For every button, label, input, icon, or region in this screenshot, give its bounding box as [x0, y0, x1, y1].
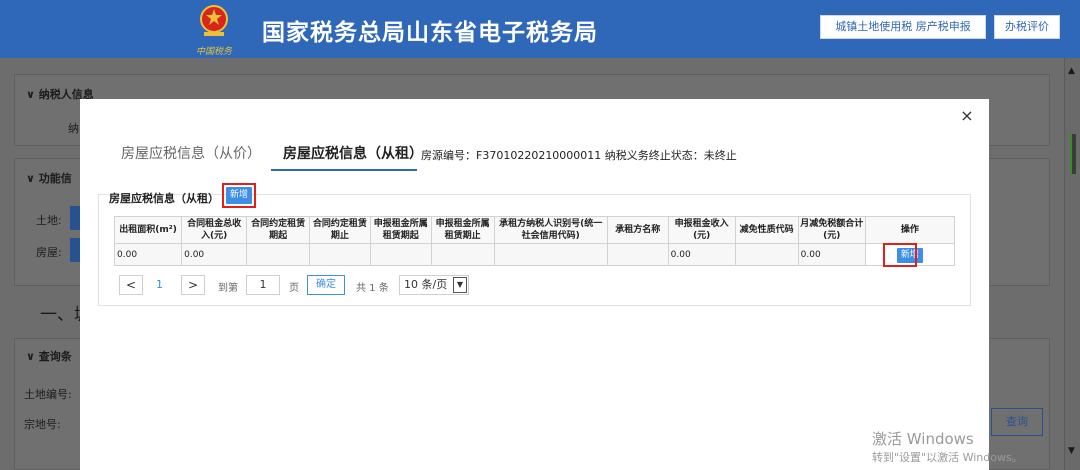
column-header: 申报租金收入(元)	[667, 216, 736, 244]
query-button[interactable]: 查询	[991, 408, 1043, 436]
column-header: 承租方纳税人识别号(统一社会信用代码)	[493, 216, 608, 244]
query-heading: ∨ 查询条	[26, 350, 72, 363]
national-emblem-icon	[200, 5, 228, 36]
column-header: 合同约定租赁期止	[309, 216, 371, 244]
column-header: 出租面积(m²)	[113, 216, 183, 244]
house-label: 房屋:	[36, 246, 62, 259]
column-header: 操作	[864, 216, 956, 244]
page-size-value: 10 条/页	[404, 278, 448, 291]
scroll-up-icon[interactable]: ▲	[1068, 66, 1078, 76]
table-cell: 0.00	[797, 243, 866, 266]
column-header: 合同约定租赁期起	[246, 216, 311, 244]
land-number-label: 土地编号:	[24, 388, 72, 401]
close-icon[interactable]: ×	[958, 107, 976, 125]
total-count: 共 1 条	[356, 283, 389, 294]
taxpayer-row-label: 纳	[68, 122, 79, 135]
table-cell	[309, 243, 371, 266]
scroll-thumb[interactable]	[1070, 134, 1076, 174]
column-header: 月减免税额合计(元)	[797, 216, 866, 244]
highlight-frame	[883, 243, 917, 267]
tab-price-based[interactable]: 房屋应税信息（从价）	[121, 143, 261, 163]
column-header: 合同租金总收入(元)	[181, 216, 248, 244]
active-tab-indicator	[271, 169, 417, 171]
scroll-down-icon[interactable]: ▼	[1068, 446, 1078, 456]
parcel-number-label: 宗地号:	[24, 418, 61, 431]
column-header: 承租方名称	[606, 216, 669, 244]
box-title: 房屋应税信息（从租）	[109, 192, 219, 205]
table-row: 0.00 0.00 0.00 0.00 新增	[113, 243, 956, 266]
dialog-tabs: 房屋应税信息（从价） 房屋应税信息（从租） 房源编号：F370102202100…	[80, 137, 989, 171]
rent-info-table: 出租面积(m²) 合同租金总收入(元) 合同约定租赁期起 合同约定租赁期止 申报…	[113, 216, 956, 266]
table-cell	[369, 243, 432, 266]
chevron-down-icon: ∨	[26, 350, 39, 363]
table-cell: 0.00	[113, 243, 183, 266]
column-header: 申报租金所属租赁期起	[369, 216, 432, 244]
page-scrollbar[interactable]: ▲ ▼	[1064, 58, 1080, 470]
column-header: 减免性质代码	[734, 216, 799, 244]
prev-page-button[interactable]: <	[119, 275, 143, 295]
site-title: 国家税务总局山东省电子税务局	[262, 20, 598, 46]
table-cell: 0.00	[667, 243, 736, 266]
page-unit-label: 页	[289, 283, 299, 294]
windows-activation-title: 激活 Windows	[872, 430, 974, 448]
windows-activation-hint: 转到"设置"以激活 Windows。	[872, 451, 1023, 464]
goto-label: 到第	[218, 283, 238, 294]
table-cell	[606, 243, 669, 266]
table-cell	[734, 243, 799, 266]
site-header: 中国税务 国家税务总局山东省电子税务局 城镇土地使用税 房产税申报 办税评价	[0, 0, 1080, 58]
property-tax-declaration-button[interactable]: 城镇土地使用税 房产税申报	[820, 15, 986, 39]
land-tag[interactable]	[70, 206, 80, 230]
pagination: < 1 > 到第 1 页 确定 共 1 条 10 条/页 ▼	[119, 275, 479, 297]
page-number-input[interactable]: 1	[246, 275, 280, 295]
chevron-down-icon: ∨	[26, 172, 39, 185]
highlight-frame	[222, 183, 256, 208]
service-evaluation-button[interactable]: 办税评价	[994, 15, 1060, 39]
rent-tax-info-dialog: × 房屋应税信息（从价） 房屋应税信息（从租） 房源编号：F3701022021…	[80, 99, 989, 470]
table-cell: 0.00	[181, 243, 248, 266]
land-label: 土地:	[36, 214, 62, 227]
chevron-down-icon: ∨	[26, 88, 39, 101]
emblem-caption: 中国税务	[196, 47, 233, 57]
column-header: 申报租金所属租赁期止	[430, 216, 495, 244]
current-page-number[interactable]: 1	[156, 278, 163, 291]
function-heading: ∨ 功能信	[26, 172, 72, 185]
confirm-page-button[interactable]: 确定	[307, 275, 345, 295]
property-info: 房源编号：F37010220210000011 纳税义务终止状态：未终止	[421, 149, 737, 162]
table-cell	[493, 243, 608, 266]
house-tag[interactable]	[70, 238, 80, 262]
table-cell	[246, 243, 311, 266]
table-cell	[430, 243, 495, 266]
page-size-select[interactable]: 10 条/页 ▼	[399, 275, 469, 295]
table-header-row: 出租面积(m²) 合同租金总收入(元) 合同约定租赁期起 合同约定租赁期止 申报…	[113, 216, 956, 244]
chevron-down-icon: ▼	[453, 277, 467, 293]
tab-rent-based[interactable]: 房屋应税信息（从租）	[283, 143, 423, 163]
next-page-button[interactable]: >	[181, 275, 205, 295]
